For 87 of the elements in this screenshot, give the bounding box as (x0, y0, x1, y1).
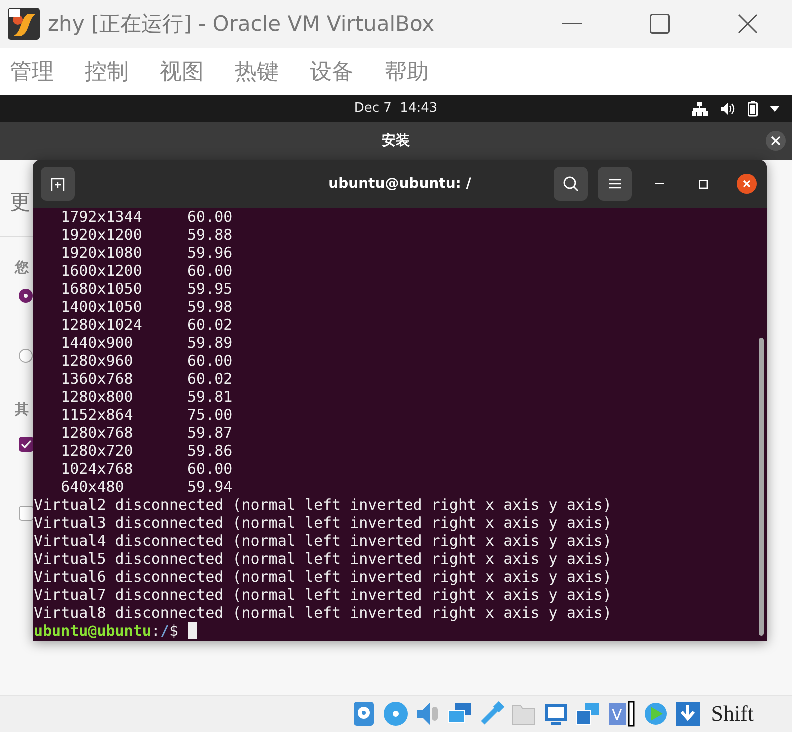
volume-icon[interactable] (720, 102, 736, 116)
output-line: Virtual7 disconnected (normal left inverted right x axis y axis) (34, 586, 612, 604)
prompt-user: ubuntu@ubuntu (34, 622, 152, 640)
page-heading: 更 (10, 189, 31, 216)
refresh-rate-text: 60.00 (188, 460, 233, 478)
dialog-close-button[interactable] (766, 131, 786, 151)
refresh-rate-text: 60.00 (188, 262, 233, 280)
prompt-path: / (160, 622, 170, 640)
resolution-text: 1152x864 (60, 406, 134, 424)
host-key-text: Shift (711, 701, 754, 727)
refresh-rate-text: 59.88 (188, 226, 233, 244)
section-label: 您 (15, 259, 29, 277)
resolution-text: 1680x1050 (60, 280, 144, 298)
refresh-rate-text: 60.02 (188, 370, 233, 388)
resolution-text: 1600x1200 (60, 262, 144, 280)
radio-button[interactable] (19, 349, 33, 363)
refresh-rate-text: 59.94 (188, 478, 233, 496)
minimize-icon (562, 23, 582, 25)
dropdown-icon[interactable] (770, 106, 780, 112)
resolution-text: 1360x768 (60, 370, 134, 388)
checkbox[interactable] (19, 437, 34, 452)
close-icon (771, 136, 781, 146)
resolution-text: 1920x1080 (60, 244, 144, 262)
resolution-text: 1440x900 (60, 334, 134, 352)
optical-disc-icon (383, 701, 410, 727)
new-tab-icon (51, 178, 65, 190)
refresh-rate-text: 59.86 (188, 442, 233, 460)
refresh-rate-text: 60.02 (188, 316, 233, 334)
output-line: Virtual8 disconnected (normal left inverted right x axis y axis) (34, 604, 612, 622)
menu-item[interactable]: 热键 (235, 56, 279, 86)
search-button[interactable] (554, 167, 588, 201)
resolution-text: 1280x960 (60, 352, 134, 370)
refresh-rate-text: 60.00 (188, 208, 233, 226)
prompt-symbol: $ (169, 622, 178, 640)
output-line: Virtual6 disconnected (normal left inverted right x axis y axis) (34, 568, 612, 586)
checkbox[interactable] (19, 506, 34, 521)
battery-icon[interactable] (748, 100, 758, 116)
refresh-rate-text: 59.98 (188, 298, 233, 316)
terminal-title: ubuntu@ubuntu: / (328, 176, 472, 192)
resolution-text: 1920x1200 (60, 226, 144, 244)
menu-item[interactable]: 帮助 (385, 56, 429, 86)
new-tab-button[interactable] (41, 167, 75, 201)
download-icon (675, 701, 702, 727)
network-icon[interactable] (692, 102, 708, 116)
output-line: Virtual3 disconnected (normal left inverted right x axis y axis) (34, 514, 612, 532)
close-icon (738, 14, 758, 34)
refresh-rate-text: 59.87 (188, 424, 233, 442)
windows-icon (575, 701, 602, 727)
monitor-icon (543, 701, 570, 727)
refresh-rate-text: 59.81 (188, 388, 233, 406)
output-line: Virtual4 disconnected (normal left inverted right x axis y axis) (34, 532, 612, 550)
resolution-text: 1280x720 (60, 442, 134, 460)
refresh-rate-text: 59.96 (188, 244, 233, 262)
resolution-text: 1280x800 (60, 388, 134, 406)
refresh-rate-text: 75.00 (188, 406, 233, 424)
radio-button[interactable] (19, 289, 33, 303)
resolution-text: 1024x768 (60, 460, 134, 478)
close-button[interactable] (737, 174, 757, 194)
maximize-icon (650, 14, 670, 34)
resolution-text: 1792x1344 (60, 208, 144, 226)
section-label: 其 (15, 401, 29, 419)
refresh-rate-text: 59.89 (188, 334, 233, 352)
minimize-icon (654, 183, 664, 185)
maximize-icon (698, 180, 708, 188)
menu-icon (609, 179, 621, 189)
menu-button[interactable] (598, 167, 632, 201)
resolution-text: 640x480 (60, 478, 126, 496)
refresh-rate-text: 60.00 (188, 352, 233, 370)
output-line: Virtual5 disconnected (normal left inverted right x axis y axis) (34, 550, 612, 568)
text-cursor (188, 622, 197, 639)
output-line: Virtual2 disconnected (normal left inverted right x axis y axis) (34, 496, 612, 514)
search-icon (563, 176, 579, 192)
dialog-title: 安装 (382, 132, 410, 150)
menu-item[interactable]: 设备 (310, 56, 354, 86)
resolution-text: 1280x1024 (60, 316, 144, 334)
prompt-separator: : (151, 622, 160, 640)
resolution-text: 1280x768 (60, 424, 134, 442)
refresh-rate-text: 59.95 (188, 280, 233, 298)
app-logo-icon (8, 8, 40, 40)
close-icon (743, 180, 751, 188)
menu-item[interactable]: 控制 (85, 56, 129, 86)
resolution-text: 1400x1050 (60, 298, 144, 316)
menu-item[interactable]: 视图 (160, 56, 204, 86)
menu-item[interactable]: 管理 (10, 56, 54, 86)
scrollbar[interactable] (759, 338, 764, 636)
clock-text[interactable]: Dec 7 14:43 (354, 101, 438, 116)
window-title: zhy [正在运行] - Oracle VM VirtualBox (48, 11, 436, 38)
